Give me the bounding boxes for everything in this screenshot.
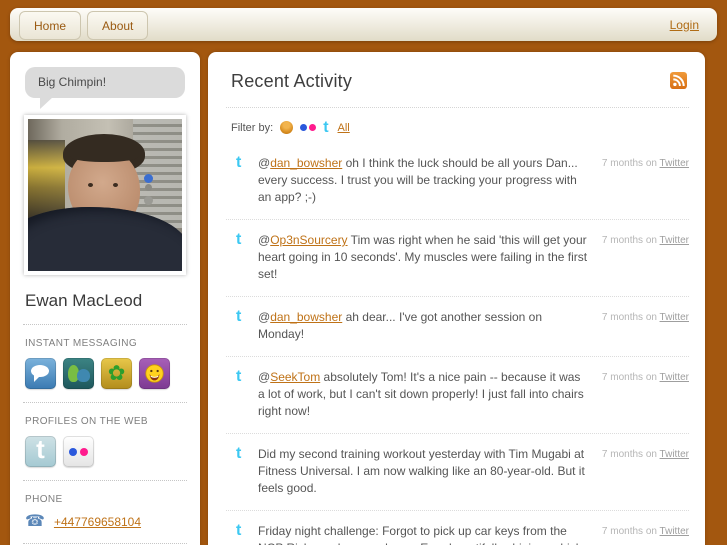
profile-photo	[28, 119, 182, 271]
login-link[interactable]: Login	[670, 18, 699, 32]
tweet-meta-text: 7 months on	[601, 235, 660, 246]
tweet-row: t Friday night challenge: Forgot to pick…	[226, 511, 689, 545]
tweet-source-link[interactable]: Twitter	[660, 158, 689, 169]
tweet-user-link[interactable]: dan_bowsher	[270, 156, 342, 170]
tab-about[interactable]: About	[87, 11, 149, 40]
tweet-meta: 7 months on Twitter	[602, 309, 689, 323]
divider	[23, 324, 187, 325]
tweet-row: t @SeekTom absolutely Tom! It's a nice p…	[226, 357, 689, 434]
tweet-source-link[interactable]: Twitter	[660, 312, 689, 323]
twitter-bird-icon: t	[236, 308, 242, 325]
twitter-icon[interactable]	[25, 436, 56, 467]
tab-home[interactable]: Home	[19, 11, 82, 40]
twitter-bird-icon: t	[236, 368, 242, 385]
tweet-source-link[interactable]: Twitter	[660, 235, 689, 246]
tweet-meta: 7 months on Twitter	[602, 155, 689, 169]
profile-photo-frame	[24, 115, 186, 275]
tweet-row: t @dan_bowsher oh I think the luck shoul…	[226, 143, 689, 220]
flickr-icon[interactable]	[63, 436, 94, 467]
twitter-bird-icon: t	[236, 522, 242, 539]
flickr-icon[interactable]	[300, 124, 317, 131]
speech-bubble: Big Chimpin!	[25, 67, 185, 109]
tweet-meta-text: 7 months on	[601, 312, 660, 323]
tweet-row: t @dan_bowsher ah dear... I've got anoth…	[226, 297, 689, 357]
tweet-text: @Op3nSourcery Tim was right when he said…	[258, 233, 588, 281]
page: Home About Login Big Chimpin! Ewan MacLe…	[0, 0, 727, 545]
filter-all-link[interactable]: All	[338, 122, 350, 134]
chat-bubble-icon[interactable]	[25, 358, 56, 389]
tweet-row: t Did my second training workout yesterd…	[226, 434, 689, 511]
im-section-label: INSTANT MESSAGING	[25, 338, 138, 349]
filter-row: Filter by: t All	[226, 108, 689, 143]
tweet-source-link[interactable]: Twitter	[660, 526, 689, 537]
top-navbar: Home About Login	[10, 8, 717, 41]
divider	[23, 402, 187, 403]
page-title: Recent Activity	[231, 71, 353, 91]
tweet-text: Friday night challenge: Forgot to pick u…	[258, 524, 585, 545]
im-icon-row	[25, 358, 187, 389]
tweet-user-link[interactable]: SeekTom	[270, 370, 320, 384]
phone-link[interactable]: +447769658104	[54, 515, 141, 529]
tweet-text: @dan_bowsher oh I think the luck should …	[258, 156, 578, 204]
profile-name: Ewan MacLeod	[25, 291, 143, 310]
tweet-source-link[interactable]: Twitter	[660, 449, 689, 460]
tweet-meta: 7 months on Twitter	[602, 446, 689, 460]
tweet-source-link[interactable]: Twitter	[660, 372, 689, 383]
messenger-people-icon[interactable]	[63, 358, 94, 389]
profiles-icon-row	[25, 436, 187, 467]
tweet-meta-text: 7 months on	[601, 372, 660, 383]
tweet-meta-text: 7 months on	[601, 158, 660, 169]
sidebar: Big Chimpin! Ewan MacLeod INSTANT MESSAG…	[10, 52, 200, 545]
tweet-meta: 7 months on Twitter	[602, 523, 689, 537]
phone-row: ☎ +447769658104	[25, 514, 187, 530]
tweet-text: @SeekTom absolutely Tom! It's a nice pai…	[258, 370, 584, 418]
tweet-user-link[interactable]: Op3nSourcery	[270, 233, 347, 247]
tweet-user-link[interactable]: dan_bowsher	[270, 310, 342, 324]
divider	[23, 480, 187, 481]
yahoo-smiley-icon[interactable]	[139, 358, 170, 389]
tweet-meta-text: 7 months on	[601, 449, 660, 460]
tweet-row: t @Op3nSourcery Tim was right when he sa…	[226, 220, 689, 297]
tweet-text: @dan_bowsher ah dear... I've got another…	[258, 310, 543, 341]
profiles-section-label: PROFILES ON THE WEB	[25, 416, 148, 427]
telephone-icon: ☎	[25, 513, 45, 530]
chimp-icon[interactable]	[280, 121, 294, 134]
twitter-bird-icon[interactable]: t	[323, 120, 328, 136]
content-columns: Big Chimpin! Ewan MacLeod INSTANT MESSAG…	[10, 52, 717, 545]
phone-section-label: PHONE	[25, 494, 63, 505]
rss-icon[interactable]	[670, 72, 687, 94]
main-panel: Recent Activity Filter by: t All t @dan_…	[208, 52, 705, 545]
twitter-bird-icon: t	[236, 154, 242, 171]
tweet-meta-text: 7 months on	[601, 526, 660, 537]
twitter-bird-icon: t	[236, 231, 242, 248]
main-header: Recent Activity	[226, 66, 689, 108]
filter-label: Filter by:	[231, 121, 274, 134]
twitter-bird-icon: t	[236, 445, 242, 462]
divider	[23, 543, 187, 544]
tweet-meta: 7 months on Twitter	[602, 369, 689, 383]
tweet-text: Did my second training workout yesterday…	[258, 447, 585, 495]
icq-flower-icon[interactable]	[101, 358, 132, 389]
tweet-meta: 7 months on Twitter	[602, 232, 689, 246]
tweet-list: t @dan_bowsher oh I think the luck shoul…	[226, 143, 689, 545]
